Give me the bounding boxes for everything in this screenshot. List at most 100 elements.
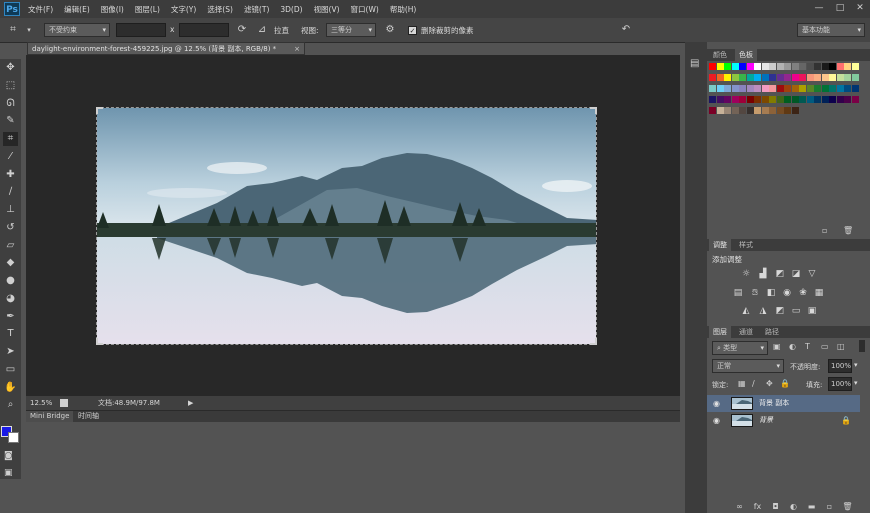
crop-handle-top-left[interactable] [96, 107, 103, 114]
maximize-button[interactable]: □ [833, 2, 847, 15]
opacity-arrow-icon[interactable]: ▾ [854, 361, 858, 369]
straighten-label[interactable]: 拉直 [274, 25, 289, 36]
color-swatch[interactable] [776, 107, 784, 114]
color-swatch[interactable] [836, 96, 844, 103]
bw-icon[interactable]: ◧ [765, 288, 777, 299]
color-swatch[interactable] [776, 74, 784, 81]
color-swatch[interactable] [784, 74, 791, 81]
color-swatch[interactable] [754, 85, 761, 92]
color-swatch[interactable] [731, 74, 739, 81]
paint-bucket-icon[interactable]: ◆ [3, 256, 18, 270]
color-swatch[interactable] [724, 74, 731, 81]
color-swatch[interactable] [739, 74, 746, 81]
color-swatch[interactable] [716, 63, 724, 70]
crop-handle-bottom-right[interactable] [590, 338, 597, 345]
color-swatch[interactable] [799, 63, 806, 70]
background-color-swatch[interactable] [8, 432, 19, 443]
workspace-dropdown[interactable]: 基本功能 [797, 23, 865, 37]
new-swatch-icon[interactable]: ▫ [822, 226, 827, 235]
color-swatch[interactable] [776, 63, 784, 70]
color-swatch[interactable] [754, 63, 761, 70]
color-swatch[interactable] [709, 96, 716, 103]
color-swatch[interactable] [769, 63, 776, 70]
screen-mode-icon[interactable]: ▣ [4, 468, 13, 478]
color-swatch[interactable] [739, 85, 746, 92]
menu-view[interactable]: 视图(V) [314, 4, 340, 15]
color-swatch[interactable] [821, 85, 829, 92]
tab-channels[interactable]: 通道 [735, 326, 757, 338]
color-swatch[interactable] [754, 74, 761, 81]
color-swatch[interactable] [769, 96, 776, 103]
color-swatch[interactable] [836, 63, 844, 70]
move-tool-icon[interactable]: ✥ [3, 61, 18, 75]
color-swatch[interactable] [836, 74, 844, 81]
close-button[interactable]: ✕ [853, 2, 867, 15]
color-swatch[interactable] [761, 96, 769, 103]
color-swatch[interactable] [784, 107, 791, 114]
color-swatch[interactable] [799, 85, 806, 92]
filter-toggle[interactable] [859, 340, 865, 352]
opacity-input[interactable]: 100% [828, 359, 852, 373]
swap-icon[interactable]: ⟳ [235, 23, 249, 37]
history-brush-icon[interactable]: ↺ [3, 221, 18, 235]
color-swatch[interactable] [739, 96, 746, 103]
tab-mini-bridge[interactable]: Mini Bridge [26, 411, 74, 422]
tab-paths[interactable]: 路径 [761, 326, 783, 338]
menu-window[interactable]: 窗口(W) [351, 4, 379, 15]
menu-help[interactable]: 帮助(H) [390, 4, 417, 15]
delete-layer-icon[interactable]: 🗑 [842, 502, 853, 512]
invert-icon[interactable]: ◭ [740, 306, 752, 317]
lasso-tool-icon[interactable]: ᘏ [3, 97, 18, 111]
zoom-tool-icon[interactable]: ⌕ [3, 398, 18, 412]
layer-row[interactable]: ◉ 背景 🔒 [707, 412, 860, 429]
color-swatch[interactable] [709, 74, 716, 81]
doc-info-icon[interactable] [60, 399, 68, 407]
healing-tool-icon[interactable]: ✚ [3, 168, 18, 182]
lock-transparent-icon[interactable]: ▦ [738, 379, 746, 388]
color-swatch[interactable] [851, 96, 859, 103]
vibrance-icon[interactable]: ▽ [806, 269, 818, 280]
color-swatch[interactable] [791, 96, 799, 103]
menu-3d[interactable]: 3D(D) [280, 5, 302, 14]
lock-all-icon[interactable]: 🔒 [780, 379, 790, 388]
hue-sat-icon[interactable]: ▤ [732, 288, 744, 299]
color-swatch[interactable] [761, 63, 769, 70]
dodge-tool-icon[interactable]: ◕ [3, 292, 18, 306]
color-swatch[interactable] [814, 96, 821, 103]
color-swatch[interactable] [716, 107, 724, 114]
crop-tool-icon[interactable]: ⌗ [3, 132, 18, 146]
photo-filter-icon[interactable]: ◉ [781, 288, 793, 299]
color-swatch[interactable] [731, 96, 739, 103]
filter-pixel-icon[interactable]: ▣ [773, 342, 781, 351]
layer-row[interactable]: ◉ 背景 副本 [707, 395, 860, 412]
reset-icon[interactable]: ↶ [619, 23, 633, 37]
quick-select-tool-icon[interactable]: ✎ [3, 114, 18, 128]
link-layers-icon[interactable]: ∞ [734, 502, 745, 512]
eye-icon[interactable]: ◉ [713, 412, 720, 429]
eraser-tool-icon[interactable]: ▱ [3, 239, 18, 253]
tab-adjustments[interactable]: 调整 [709, 239, 731, 251]
color-swatch[interactable] [814, 63, 821, 70]
view-overlay-dropdown[interactable]: 三等分 [326, 23, 376, 37]
color-swatch[interactable] [791, 63, 799, 70]
ratio-dropdown[interactable]: 不受约束 [44, 23, 110, 37]
color-swatch[interactable] [799, 74, 806, 81]
zoom-level[interactable]: 12.5% [30, 396, 52, 410]
eye-icon[interactable]: ◉ [713, 395, 720, 412]
color-swatch[interactable] [806, 63, 814, 70]
color-swatch[interactable] [739, 107, 746, 114]
color-swatch[interactable] [829, 96, 836, 103]
delete-swatch-icon[interactable]: 🗑 [843, 226, 853, 235]
type-tool-icon[interactable]: T [3, 327, 18, 341]
add-mask-icon[interactable]: ◘ [770, 502, 781, 512]
color-swatch[interactable] [724, 85, 731, 92]
color-swatch[interactable] [844, 96, 851, 103]
color-swatch[interactable] [784, 85, 791, 92]
color-swatch[interactable] [829, 85, 836, 92]
color-swatch[interactable] [829, 74, 836, 81]
threshold-icon[interactable]: ◩ [774, 306, 786, 317]
color-swatch[interactable] [784, 96, 791, 103]
curves-icon[interactable]: ◩ [774, 269, 786, 280]
color-swatch[interactable] [709, 85, 716, 92]
color-swatch[interactable] [731, 63, 739, 70]
